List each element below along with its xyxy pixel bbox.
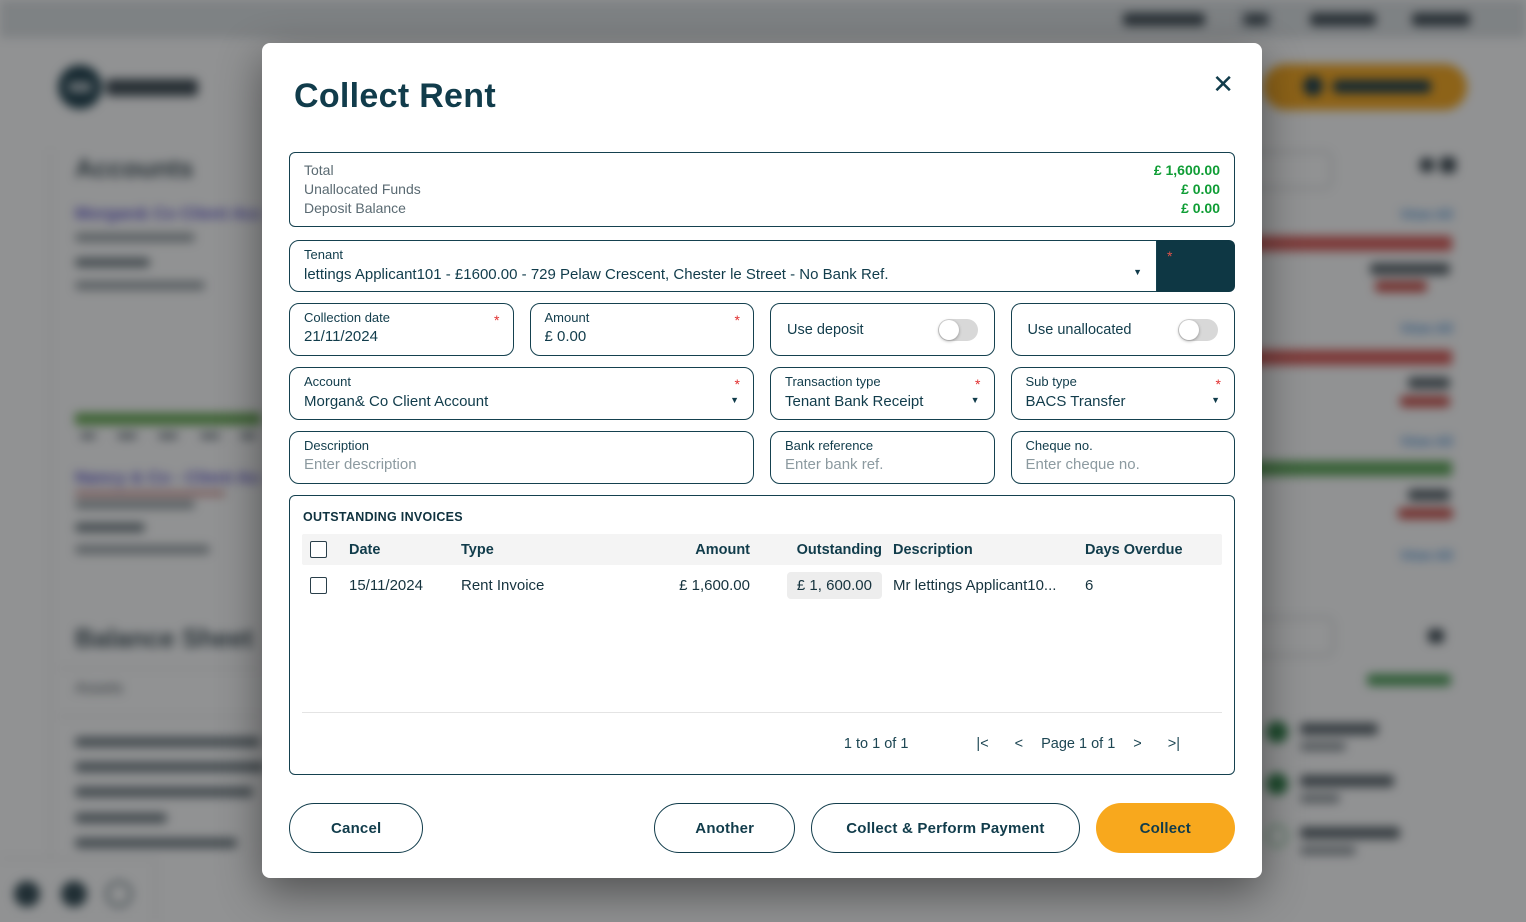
col-header-days-overdue: Days Overdue bbox=[1085, 541, 1183, 558]
description-input[interactable] bbox=[304, 456, 739, 473]
required-asterisk: * bbox=[1167, 248, 1173, 264]
amount-input[interactable] bbox=[544, 328, 739, 345]
tenant-value: lettings Applicant101 - £1600.00 - 729 P… bbox=[304, 266, 889, 283]
required-asterisk: * bbox=[975, 376, 981, 392]
account-value: Morgan& Co Client Account bbox=[304, 393, 489, 410]
next-page-button[interactable]: > bbox=[1127, 736, 1147, 752]
collection-date-input[interactable] bbox=[304, 328, 499, 345]
invoice-amount: £ 1,600.00 bbox=[679, 576, 750, 594]
invoice-date: 15/11/2024 bbox=[349, 576, 423, 594]
amount-field[interactable]: Amount * bbox=[529, 303, 754, 356]
required-asterisk: * bbox=[494, 312, 500, 328]
select-all-checkbox[interactable] bbox=[310, 541, 327, 558]
summary-label: Unallocated Funds bbox=[304, 181, 421, 197]
required-asterisk: * bbox=[734, 376, 740, 392]
bank-reference-label: Bank reference bbox=[785, 438, 874, 453]
chevron-down-icon: ▼ bbox=[1211, 395, 1220, 405]
totals-summary: Total £ 1,600.00 Unallocated Funds £ 0.0… bbox=[289, 152, 1235, 227]
bank-reference-input[interactable] bbox=[785, 456, 980, 473]
summary-value: £ 0.00 bbox=[1181, 200, 1220, 216]
transaction-type-value: Tenant Bank Receipt bbox=[785, 393, 924, 410]
chevron-down-icon: ▼ bbox=[970, 395, 980, 405]
cheque-no-input[interactable] bbox=[1025, 456, 1220, 473]
collect-rent-modal: ✕ Collect Rent Total £ 1,600.00 Unalloca… bbox=[262, 43, 1262, 878]
transaction-type-label: Transaction type bbox=[785, 374, 881, 389]
sub-type-select[interactable]: Sub type * BACS Transfer ▼ bbox=[1010, 367, 1235, 420]
collect-button[interactable]: Collect bbox=[1095, 803, 1235, 853]
summary-label: Total bbox=[304, 162, 334, 178]
first-page-button[interactable]: |< bbox=[970, 736, 994, 752]
summary-value: £ 0.00 bbox=[1181, 181, 1220, 197]
invoices-header-row: Date Type Amount Outstanding Description… bbox=[302, 534, 1222, 565]
collect-perform-payment-button[interactable]: Collect & Perform Payment bbox=[811, 803, 1080, 853]
use-deposit-label: Use deposit bbox=[787, 321, 864, 338]
pagination-range: 1 to 1 of 1 bbox=[843, 735, 909, 752]
use-deposit-field: Use deposit bbox=[770, 303, 995, 356]
pagination-bar: 1 to 1 of 1 |< < Page 1 of 1 > >| bbox=[302, 713, 1222, 774]
tenant-label: Tenant bbox=[304, 247, 344, 262]
modal-title: Collect Rent bbox=[294, 77, 496, 115]
another-button[interactable]: Another bbox=[654, 803, 796, 853]
sub-type-value: BACS Transfer bbox=[1025, 393, 1126, 410]
pagination-page-label: Page 1 of 1 bbox=[1041, 735, 1116, 752]
chevron-down-icon: ▼ bbox=[730, 395, 739, 405]
account-label: Account bbox=[304, 374, 351, 389]
description-field[interactable]: Description bbox=[289, 431, 754, 484]
bank-reference-field[interactable]: Bank reference bbox=[770, 431, 995, 484]
cheque-no-field[interactable]: Cheque no. bbox=[1010, 431, 1235, 484]
amount-label: Amount bbox=[544, 310, 590, 325]
required-asterisk: * bbox=[734, 312, 740, 328]
chevron-down-icon: ▼ bbox=[1133, 267, 1142, 277]
row-checkbox[interactable] bbox=[310, 576, 327, 594]
invoice-type: Rent Invoice bbox=[461, 576, 545, 594]
last-page-button[interactable]: >| bbox=[1162, 736, 1186, 752]
use-deposit-toggle[interactable] bbox=[937, 318, 978, 341]
invoice-days-overdue: 6 bbox=[1085, 576, 1094, 594]
sub-type-label: Sub type bbox=[1025, 374, 1077, 389]
collection-date-label: Collection date bbox=[304, 310, 390, 325]
prev-page-button[interactable]: < bbox=[1009, 736, 1029, 752]
tenant-select[interactable]: Tenant lettings Applicant101 - £1600.00 … bbox=[289, 240, 1157, 292]
outstanding-invoices-panel: OUTSTANDING INVOICES Date Type Amount Ou… bbox=[289, 495, 1235, 775]
cancel-button[interactable]: Cancel bbox=[289, 803, 424, 853]
invoice-row: 15/11/2024 Rent Invoice £ 1,600.00 £ 1, … bbox=[302, 565, 1222, 605]
col-header-description: Description bbox=[893, 541, 973, 558]
account-select[interactable]: Account * Morgan& Co Client Account ▼ bbox=[289, 367, 754, 420]
invoice-description: Mr lettings Applicant10... bbox=[893, 576, 1057, 594]
collection-date-field[interactable]: Collection date * bbox=[289, 303, 514, 356]
summary-label: Deposit Balance bbox=[304, 200, 406, 216]
use-unallocated-toggle[interactable] bbox=[1178, 318, 1218, 341]
outstanding-input[interactable]: £ 1, 600.00 bbox=[786, 571, 882, 599]
col-header-date: Date bbox=[349, 541, 381, 558]
invoices-title: OUTSTANDING INVOICES bbox=[303, 510, 463, 524]
tenant-required-panel: * bbox=[1157, 240, 1235, 292]
cheque-no-label: Cheque no. bbox=[1025, 438, 1093, 453]
required-asterisk: * bbox=[1215, 376, 1221, 392]
col-header-type: Type bbox=[461, 541, 494, 558]
transaction-type-select[interactable]: Transaction type * Tenant Bank Receipt ▼ bbox=[770, 367, 995, 420]
use-unallocated-field: Use unallocated bbox=[1010, 303, 1235, 356]
col-header-outstanding: Outstanding bbox=[796, 541, 882, 558]
summary-value: £ 1,600.00 bbox=[1153, 162, 1220, 178]
col-header-amount: Amount bbox=[695, 541, 750, 558]
use-unallocated-label: Use unallocated bbox=[1027, 321, 1132, 338]
description-label: Description bbox=[304, 438, 370, 453]
